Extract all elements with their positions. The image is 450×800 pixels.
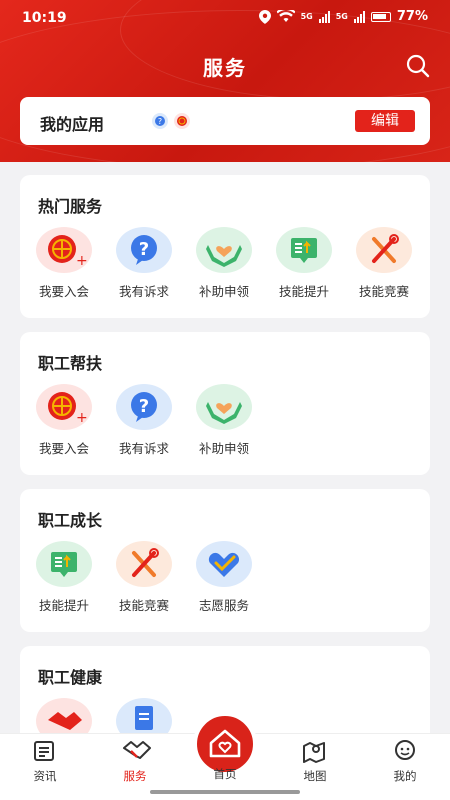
home-icon <box>209 729 241 758</box>
section-title: 职工健康 <box>38 668 103 687</box>
tab-home-label: 首页 <box>213 767 237 781</box>
svg-text:?: ? <box>139 239 149 260</box>
skill-board-icon <box>36 541 92 587</box>
signal-bars-icon <box>318 10 330 23</box>
service-grid: + 我要入会 ? 我有诉求 补助申领 技能提升 技能竞赛 <box>20 227 430 307</box>
tab-profile[interactable]: 我的 <box>370 738 440 788</box>
service-label: 技能提升 <box>38 598 89 613</box>
service-grid: + 我要入会 ? 我有诉求 补助申领 <box>20 384 430 464</box>
section-title: 热门服务 <box>38 197 103 216</box>
my-apps-title: 我的应用 <box>40 115 105 134</box>
tab-news[interactable]: 资讯 <box>10 738 80 788</box>
edit-button[interactable]: 编辑 <box>355 110 415 132</box>
tools-icon <box>356 227 412 273</box>
service-label: 我有诉求 <box>118 284 169 299</box>
section-worker-aid: 职工帮扶 + 我要入会 ? 我有诉求 补助申领 <box>20 332 430 475</box>
svg-text:?: ? <box>139 396 149 417</box>
question-bubble-icon: ? <box>116 384 172 430</box>
section-title: 职工成长 <box>38 511 103 530</box>
volunteer-heart-icon <box>196 541 252 587</box>
page-title: 服务 <box>203 56 247 80</box>
search-icon <box>406 54 430 78</box>
hands-heart-icon <box>196 384 252 430</box>
service-item-join-union[interactable]: + 我要入会 <box>20 384 100 464</box>
skill-board-icon <box>276 227 332 273</box>
battery-level: 77% <box>396 9 428 24</box>
tab-map[interactable]: 地图 <box>280 738 350 788</box>
section-hot-services: 热门服务 + 我要入会 ? 我有诉求 补助申领 技能提升 技能竞赛 <box>20 175 430 318</box>
svg-text:?: ? <box>158 117 162 126</box>
question-bubble-icon[interactable]: ? <box>152 113 168 129</box>
service-label: 我要入会 <box>38 441 89 456</box>
union-emblem-icon: + <box>36 384 92 430</box>
union-emblem-icon[interactable] <box>174 113 190 129</box>
signal-5g-label: 5G <box>300 12 313 21</box>
tab-services[interactable]: 服务 <box>100 738 170 788</box>
service-label: 补助申领 <box>198 441 249 456</box>
map-icon <box>303 742 325 763</box>
profile-icon <box>395 740 415 760</box>
union-emblem-icon: + <box>36 227 92 273</box>
svg-text:+: + <box>76 253 88 269</box>
status-icons: 5G 5G 77% <box>258 9 428 24</box>
svg-text:+: + <box>76 410 88 426</box>
battery-icon <box>370 11 391 22</box>
service-label: 我要入会 <box>38 284 89 299</box>
service-label: 技能竞赛 <box>358 284 409 299</box>
tab-label: 我的 <box>393 769 417 783</box>
section-title: 职工帮扶 <box>38 354 103 373</box>
my-apps-icons: ? <box>152 113 190 129</box>
service-item-volunteer[interactable]: 志愿服务 <box>180 541 260 621</box>
signal-bars-icon <box>353 10 365 23</box>
service-label: 志愿服务 <box>198 598 249 613</box>
tab-label: 资讯 <box>33 769 57 783</box>
question-bubble-icon: ? <box>116 227 172 273</box>
service-item-skill-up[interactable]: 技能提升 <box>20 541 100 621</box>
search-button[interactable] <box>404 52 432 80</box>
hands-heart-icon <box>196 227 252 273</box>
service-label: 补助申领 <box>198 284 249 299</box>
news-icon <box>34 741 54 761</box>
service-grid: 技能提升 技能竞赛 志愿服务 <box>20 541 430 621</box>
section-worker-growth: 职工成长 技能提升 技能竞赛 志愿服务 <box>20 489 430 632</box>
service-item-join-union[interactable]: + 我要入会 <box>20 227 100 307</box>
wifi-icon <box>276 10 295 22</box>
location-icon <box>258 9 271 24</box>
status-bar: 10:19 5G 5G 77% <box>0 0 450 38</box>
signal-5g-label: 5G <box>335 12 348 21</box>
tab-label: 地图 <box>303 769 327 783</box>
tab-label: 服务 <box>123 769 147 783</box>
service-item-subsidy[interactable]: 补助申领 <box>180 227 260 307</box>
service-item-complaint[interactable]: ? 我有诉求 <box>100 384 180 464</box>
tools-icon <box>116 541 172 587</box>
service-item-skill-contest[interactable]: 技能竞赛 <box>100 541 180 621</box>
service-label: 技能竞赛 <box>118 598 169 613</box>
home-indicator <box>150 790 300 794</box>
service-label: 技能提升 <box>278 284 329 299</box>
service-item-complaint[interactable]: ? 我有诉求 <box>100 227 180 307</box>
my-apps-card: 我的应用 ? 编辑 <box>20 97 430 145</box>
handshake-icon <box>123 741 151 759</box>
status-time: 10:19 <box>22 10 67 26</box>
service-label: 我有诉求 <box>118 441 169 456</box>
service-item-skill-up[interactable]: 技能提升 <box>260 227 340 307</box>
service-item-skill-contest[interactable]: 技能竞赛 <box>340 227 420 307</box>
service-item-subsidy[interactable]: 补助申领 <box>180 384 260 464</box>
